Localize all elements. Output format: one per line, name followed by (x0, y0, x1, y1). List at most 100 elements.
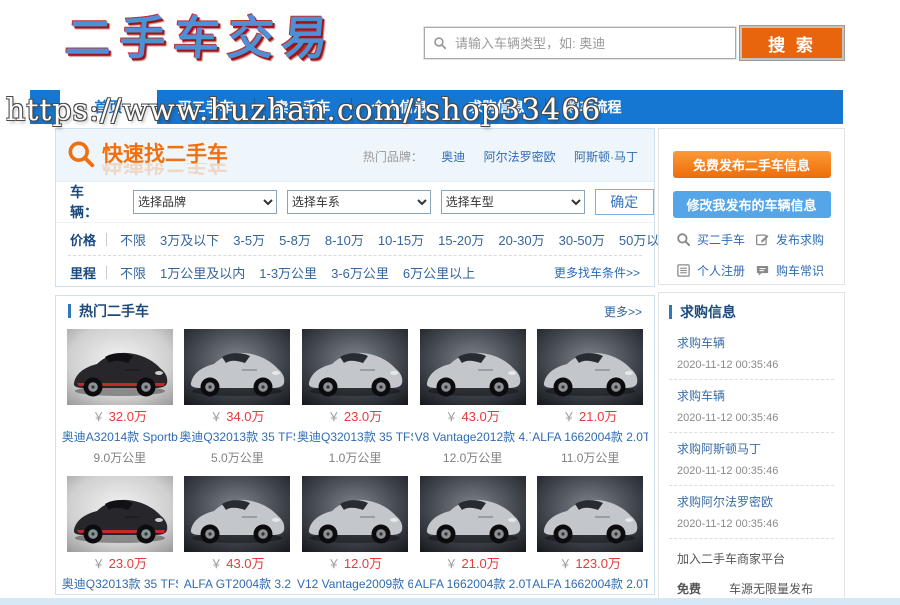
car-price: ￥34.0万 (210, 409, 264, 425)
search-button[interactable]: 搜 索 (740, 26, 844, 60)
site-logo: 二手车交易 (63, 2, 339, 68)
join-platform-title: 加入二手车商家平台 (677, 550, 834, 567)
more-filters-link[interactable]: 更多找车条件>> (554, 264, 640, 281)
chat-icon (755, 263, 770, 278)
model-select[interactable]: 选择车型 (441, 190, 585, 214)
quick-link-knowledge[interactable]: 购车常识 (755, 262, 834, 279)
car-photo (420, 476, 526, 552)
car-mileage: 5.0万公里 (211, 449, 264, 466)
car-card[interactable]: ￥23.0万 奥迪Q32013款 35 TFSI 7.0万公里 (61, 476, 179, 605)
price-option[interactable]: 30-50万 (559, 230, 605, 249)
car-price: ￥23.0万 (328, 409, 382, 425)
nav-item-requests[interactable]: 求购信息 (448, 90, 545, 124)
request-title-link[interactable]: 求购阿尔法罗密欧 (677, 495, 773, 509)
car-photo (67, 329, 173, 405)
car-title-link[interactable]: V8 Vantage2012款 4.7 S (415, 428, 531, 445)
car-card[interactable]: ￥12.0万 V12 Vantage2009款 6.0L 2.0万公里 (296, 476, 414, 605)
request-title-link[interactable]: 求购车辆 (677, 389, 725, 403)
car-card[interactable]: ￥123.0万 ALFA 1662004款 2.0T 15.0万公里 (531, 476, 649, 605)
car-photo (537, 476, 643, 552)
car-card[interactable]: ￥43.0万 ALFA GT2004款 3.2 4.0万公里 (179, 476, 297, 605)
price-label: 价格 (70, 230, 96, 249)
currency-symbol: ￥ (563, 410, 575, 424)
mileage-option[interactable]: 1-3万公里 (259, 263, 317, 282)
search-icon (676, 232, 691, 247)
nav-item-sell[interactable]: 卖二手车 (254, 90, 351, 124)
footer-strip (0, 598, 900, 605)
search-input[interactable] (453, 35, 735, 52)
price-option[interactable]: 10-15万 (378, 230, 424, 249)
car-title-link[interactable]: ALFA 1662004款 2.0T (415, 575, 531, 592)
car-title-link[interactable]: 奥迪A32014款 Sportback (62, 428, 178, 445)
hot-brands: 热门品牌： 奥迪 阿尔法罗密欧 阿斯顿·马丁 (363, 148, 638, 165)
mileage-option[interactable]: 不限 (120, 263, 146, 282)
nav-item-process[interactable]: 购车流程 (545, 90, 642, 124)
car-photo (420, 329, 526, 405)
vehicle-select-row: 车 辆： 选择品牌 选择车系 选择车型 确定 (56, 182, 654, 223)
car-price: ￥21.0万 (563, 409, 617, 425)
car-title-link[interactable]: 奥迪Q32013款 35 TFSI (62, 575, 178, 592)
brand-select[interactable]: 选择品牌 (133, 190, 277, 214)
car-card-grid: ￥32.0万 奥迪A32014款 Sportback 9.0万公里 ￥34.0万… (56, 326, 654, 605)
series-select[interactable]: 选择车系 (287, 190, 431, 214)
car-photo (184, 476, 290, 552)
car-title-link[interactable]: 奥迪Q32013款 35 TFSI 进 (297, 428, 413, 445)
quick-link-register[interactable]: 个人注册 (676, 262, 755, 279)
feature-row: 免费 车源无限量发布 (677, 580, 834, 597)
hot-brand-link[interactable]: 阿斯顿·马丁 (574, 150, 638, 164)
request-item: 求购车辆 2020-11-12 00:35:46 (659, 380, 844, 432)
price-option[interactable]: 不限 (120, 230, 146, 249)
car-photo (67, 476, 173, 552)
hot-cars-panel: 热门二手车 更多>> ￥32.0万 奥迪A32014款 Sportback 9.… (55, 295, 655, 595)
car-card[interactable]: ￥21.0万 ALFA 1662004款 2.0T 11.0万公里 (531, 329, 649, 466)
request-title-link[interactable]: 求购车辆 (677, 336, 725, 350)
price-option[interactable]: 5-8万 (279, 230, 311, 249)
car-title-link[interactable]: ALFA 1662004款 2.0T (532, 575, 648, 592)
search-icon (433, 36, 447, 50)
hot-brands-label: 热门品牌： (363, 150, 423, 164)
quick-link-buy[interactable]: 买二手车 (676, 231, 755, 248)
car-card[interactable]: ￥34.0万 奥迪Q32013款 35 TFSI 舒 5.0万公里 (179, 329, 297, 466)
nav-item-profile[interactable]: 个人信息 (351, 90, 448, 124)
car-price: ￥21.0万 (445, 556, 499, 572)
price-option[interactable]: 3-5万 (233, 230, 265, 249)
price-option[interactable]: 15-20万 (438, 230, 484, 249)
price-option[interactable]: 20-30万 (498, 230, 544, 249)
price-option[interactable]: 8-10万 (325, 230, 364, 249)
currency-symbol: ￥ (93, 557, 105, 571)
car-price: ￥123.0万 (559, 556, 621, 572)
join-platform-section: 加入二手车商家平台 免费 车源无限量发布 易用 管理系统简单易用 (659, 539, 844, 598)
requests-title: 求购信息 (680, 302, 736, 322)
confirm-button[interactable]: 确定 (595, 189, 654, 215)
magnifier-icon (66, 139, 96, 169)
request-item: 求购阿尔法罗密欧 2020-11-12 00:35:46 (659, 486, 844, 538)
price-option[interactable]: 3万及以下 (160, 230, 219, 249)
car-title-link[interactable]: V12 Vantage2009款 6.0L (297, 575, 413, 592)
request-date: 2020-11-12 00:35:46 (677, 465, 834, 477)
currency-symbol: ￥ (210, 557, 222, 571)
quick-link-publish-request[interactable]: 发布求购 (755, 231, 834, 248)
currency-symbol: ￥ (445, 557, 457, 571)
mileage-option[interactable]: 6万公里以上 (403, 263, 475, 282)
car-mileage: 11.0万公里 (561, 449, 619, 466)
request-title-link[interactable]: 求购阿斯顿马丁 (677, 442, 761, 456)
car-card[interactable]: ￥32.0万 奥迪A32014款 Sportback 9.0万公里 (61, 329, 179, 466)
mileage-option[interactable]: 1万公里及以内 (160, 263, 245, 282)
modify-car-button[interactable]: 修改我发布的车辆信息 (673, 191, 831, 218)
section-marker (68, 304, 71, 318)
mileage-option[interactable]: 3-6万公里 (331, 263, 389, 282)
car-title-link[interactable]: 奥迪Q32013款 35 TFSI 舒 (179, 428, 295, 445)
car-card[interactable]: ￥23.0万 奥迪Q32013款 35 TFSI 进 1.0万公里 (296, 329, 414, 466)
car-title-link[interactable]: ALFA GT2004款 3.2 (184, 575, 291, 592)
hot-brand-link[interactable]: 阿尔法罗密欧 (484, 150, 556, 164)
publish-car-button[interactable]: 免费发布二手车信息 (673, 151, 831, 178)
car-title-link[interactable]: ALFA 1662004款 2.0T (532, 428, 648, 445)
divider (106, 233, 107, 246)
hot-cars-more-link[interactable]: 更多>> (604, 303, 642, 320)
nav-item-buy[interactable]: 买二手车 (157, 90, 254, 124)
car-card[interactable]: ￥21.0万 ALFA 1662004款 2.0T 3.0万公里 (414, 476, 532, 605)
mileage-label: 里程 (70, 263, 96, 282)
car-card[interactable]: ￥43.0万 V8 Vantage2012款 4.7 S 12.0万公里 (414, 329, 532, 466)
hot-brand-link[interactable]: 奥迪 (441, 150, 465, 164)
nav-item-home[interactable]: 首页 (60, 90, 157, 124)
